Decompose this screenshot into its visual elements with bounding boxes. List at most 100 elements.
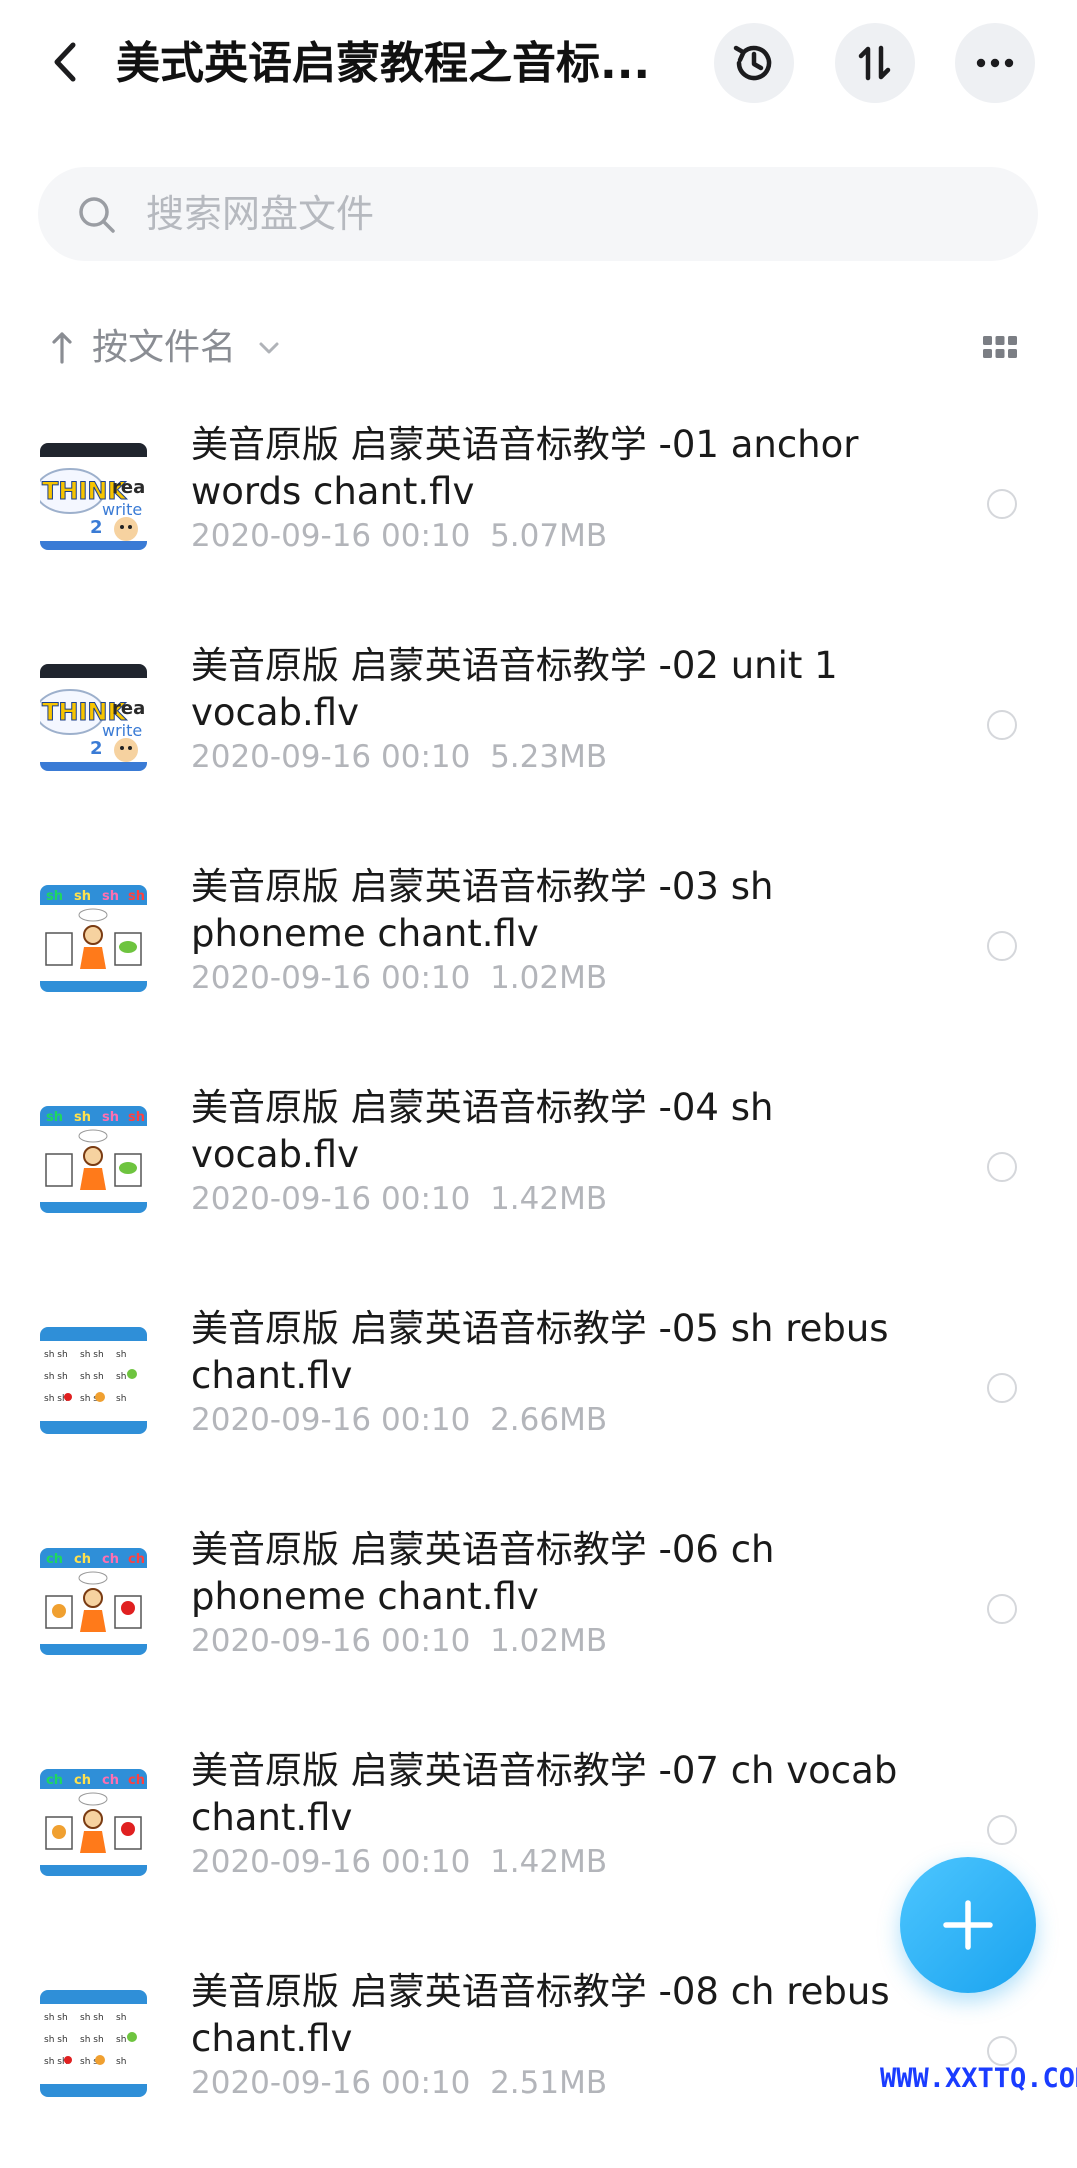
- sort-icon: [858, 45, 891, 81]
- select-radio[interactable]: [987, 1373, 1017, 1403]
- file-meta: 2020-09-16 00:10 1.02MB: [191, 956, 607, 1000]
- file-date: 2020-09-16 00:10: [191, 1181, 471, 1217]
- file-item[interactable]: sh sh sh sh 美音原版 启蒙英语音标教学 -04 sh vocab.flv …: [0, 1063, 1077, 1284]
- add-button[interactable]: [900, 1857, 1036, 1993]
- header-bar: 美式英语启蒙教程之音标...: [0, 0, 1077, 130]
- video-thumbnail: sh sh sh sh sh sh sh sh sh sh sh sh sh sh sh: [40, 1327, 147, 1434]
- search-icon: [79, 197, 115, 233]
- file-item[interactable]: sh sh sh sh 美音原版 启蒙英语音标教学 -03 sh phoneme ch…: [0, 842, 1077, 1063]
- file-date: 2020-09-16 00:10: [191, 2065, 471, 2101]
- svg-text:ch: ch: [128, 1773, 145, 1788]
- video-thumbnail: sh sh sh sh: [40, 1106, 147, 1213]
- file-date: 2020-09-16 00:10: [191, 739, 471, 775]
- file-size: 5.23MB: [490, 739, 608, 775]
- chevron-left-icon: [54, 42, 76, 82]
- video-thumbnail: ch ch ch ch: [40, 1769, 147, 1876]
- file-size: 1.42MB: [490, 1844, 608, 1880]
- svg-text:sh: sh: [116, 2057, 126, 2067]
- svg-text:sh: sh: [116, 2013, 126, 2023]
- select-radio[interactable]: [987, 1815, 1017, 1845]
- file-item[interactable]: sh sh sh sh sh sh sh sh sh sh sh sh sh sh sh 美音原…: [0, 1284, 1077, 1505]
- file-size: 1.42MB: [490, 1181, 608, 1217]
- svg-text:sh sh: sh sh: [80, 2013, 104, 2023]
- svg-text:ch: ch: [102, 1773, 119, 1788]
- file-item[interactable]: ch ch ch ch 美音原版 启蒙英语音标教学 -06 ch phoneme ch…: [0, 1505, 1077, 1726]
- more-button[interactable]: [955, 23, 1035, 103]
- search-placeholder: 搜索网盘文件: [146, 192, 375, 236]
- file-name: 美音原版 启蒙英语音标教学 -04 sh vocab.flv: [191, 1086, 774, 1176]
- select-radio[interactable]: [987, 931, 1017, 961]
- svg-text:sh: sh: [74, 889, 91, 904]
- file-size: 5.07MB: [490, 518, 608, 554]
- svg-text:sh sh: sh sh: [80, 1372, 104, 1382]
- file-meta: 2020-09-16 00:10 1.42MB: [191, 1177, 607, 1221]
- sort-button[interactable]: [835, 23, 915, 103]
- svg-text:ch: ch: [102, 1552, 119, 1567]
- file-item[interactable]: sh sh sh sh sh sh sh sh sh sh sh sh sh sh sh 美音原…: [0, 1947, 1077, 2168]
- svg-text:write: write: [102, 721, 142, 740]
- svg-text:rea: rea: [112, 698, 145, 719]
- video-thumbnail: THINK rea write 2: [40, 443, 147, 550]
- file-name: 美音原版 启蒙英语音标教学 -07 ch vocab chant.flv: [191, 1749, 898, 1839]
- select-radio[interactable]: [987, 1152, 1017, 1182]
- svg-text:rea: rea: [112, 477, 145, 498]
- svg-text:sh: sh: [116, 1372, 126, 1382]
- svg-text:ch: ch: [74, 1773, 91, 1788]
- svg-text:sh sh: sh sh: [80, 2035, 104, 2045]
- sort-bar: 按文件名: [0, 320, 1077, 380]
- file-name: 美音原版 启蒙英语音标教学 -05 sh rebus chant.flv: [191, 1307, 889, 1397]
- file-date: 2020-09-16 00:10: [191, 1623, 471, 1659]
- svg-text:sh: sh: [128, 889, 145, 904]
- more-icon: [976, 58, 1014, 68]
- file-item[interactable]: THINK rea write 2 美音原版 启蒙英语音标教学 -02 unit 1 …: [0, 621, 1077, 842]
- svg-text:sh sh: sh sh: [80, 1350, 104, 1360]
- svg-text:sh sh: sh sh: [44, 2013, 68, 2023]
- svg-text:ch: ch: [74, 1552, 91, 1567]
- history-icon: [733, 45, 772, 81]
- file-meta: 2020-09-16 00:10 2.51MB: [191, 2061, 607, 2105]
- svg-text:sh: sh: [116, 1394, 126, 1404]
- file-date: 2020-09-16 00:10: [191, 960, 471, 996]
- grid-view-icon[interactable]: [982, 334, 1018, 360]
- file-name: 美音原版 启蒙英语音标教学 -02 unit 1 vocab.flv: [191, 644, 838, 734]
- file-meta: 2020-09-16 00:10 2.66MB: [191, 1398, 607, 1442]
- file-size: 1.02MB: [490, 1623, 608, 1659]
- plus-icon: [943, 1900, 993, 1950]
- arrow-up-icon[interactable]: [46, 328, 78, 368]
- page-title: 美式英语启蒙教程之音标...: [116, 38, 651, 89]
- history-button[interactable]: [714, 23, 794, 103]
- sort-label[interactable]: 按文件名: [92, 323, 236, 373]
- select-radio[interactable]: [987, 710, 1017, 740]
- file-date: 2020-09-16 00:10: [191, 1402, 471, 1438]
- file-size: 1.02MB: [490, 960, 608, 996]
- svg-text:ch: ch: [128, 1552, 145, 1567]
- back-button[interactable]: [40, 36, 92, 88]
- search-bar[interactable]: 搜索网盘文件: [38, 167, 1038, 261]
- svg-text:2: 2: [90, 738, 103, 759]
- svg-text:sh: sh: [116, 1350, 126, 1360]
- file-size: 2.66MB: [490, 1402, 608, 1438]
- svg-text:sh sh: sh sh: [44, 1372, 68, 1382]
- file-name: 美音原版 启蒙英语音标教学 -08 ch rebus chant.flv: [191, 1970, 890, 2060]
- svg-text:sh: sh: [74, 1110, 91, 1125]
- svg-text:ch: ch: [46, 1552, 63, 1567]
- svg-text:ch: ch: [46, 1773, 63, 1788]
- select-radio[interactable]: [987, 1594, 1017, 1624]
- svg-text:sh: sh: [46, 1110, 63, 1125]
- select-radio[interactable]: [987, 2036, 1017, 2066]
- file-meta: 2020-09-16 00:10 5.23MB: [191, 735, 607, 779]
- select-radio[interactable]: [987, 489, 1017, 519]
- file-meta: 2020-09-16 00:10 1.42MB: [191, 1840, 607, 1884]
- file-item[interactable]: THINK rea write 2 美音原版 启蒙英语音标教学 -01 anchor …: [0, 400, 1077, 621]
- file-date: 2020-09-16 00:10: [191, 518, 471, 554]
- svg-text:sh sh: sh sh: [44, 2035, 68, 2045]
- svg-text:sh sh: sh sh: [44, 1394, 68, 1404]
- svg-text:sh: sh: [128, 1110, 145, 1125]
- file-meta: 2020-09-16 00:10 5.07MB: [191, 514, 607, 558]
- chevron-down-icon[interactable]: [258, 340, 280, 356]
- file-date: 2020-09-16 00:10: [191, 1844, 471, 1880]
- svg-text:sh: sh: [116, 2035, 126, 2045]
- file-name: 美音原版 启蒙英语音标教学 -01 anchor words chant.flv: [191, 423, 859, 513]
- file-name: 美音原版 启蒙英语音标教学 -03 sh phoneme chant.flv: [191, 865, 774, 955]
- svg-text:sh: sh: [102, 1110, 119, 1125]
